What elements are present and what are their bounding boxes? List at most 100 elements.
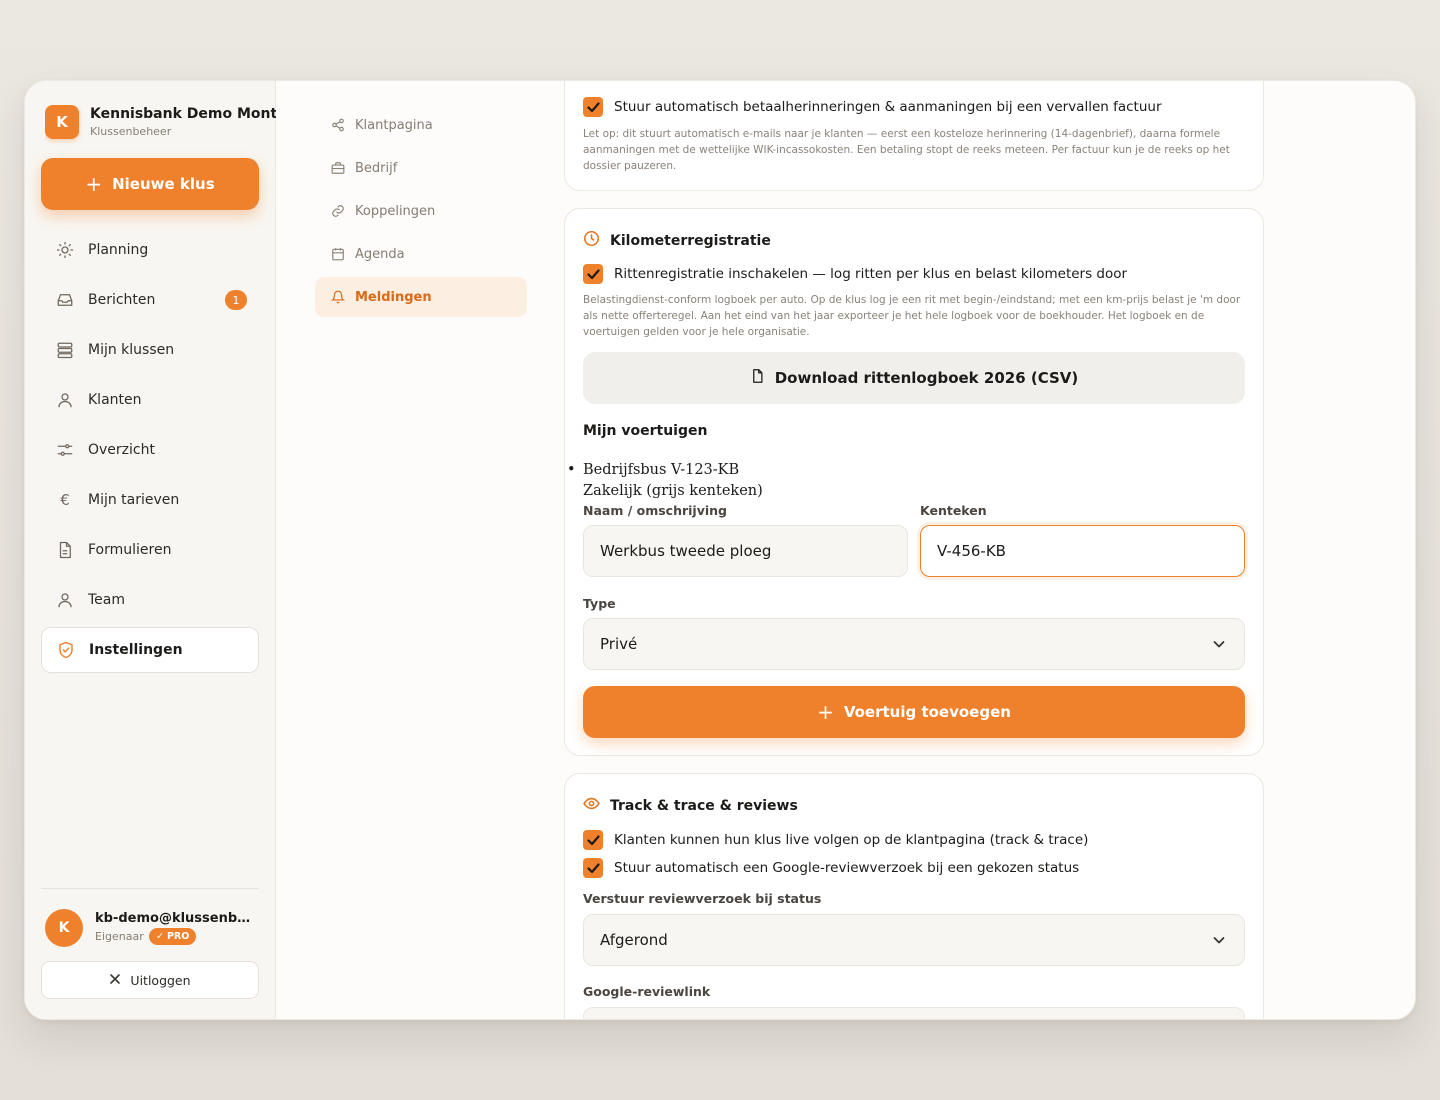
vehicle-name: Bedrijfsbus V-123-KB: [583, 462, 740, 478]
file-icon: [750, 368, 765, 388]
sidebar-item-label: Mijn tarieven: [88, 492, 180, 508]
chevron-down-icon: [1212, 637, 1226, 655]
clock-icon: [583, 230, 600, 251]
euro-icon: €: [60, 491, 70, 509]
app-window: K Kennisbank Demo Montage Klussenbeheer …: [24, 80, 1416, 1020]
tab-koppelingen[interactable]: Koppelingen: [315, 191, 527, 231]
tab-label: Koppelingen: [355, 203, 436, 219]
track-trace-card: Track & trace & reviews Klanten kunnen h…: [564, 773, 1264, 1019]
new-job-button[interactable]: + Nieuwe klus: [41, 158, 259, 210]
logout-button[interactable]: Uitloggen: [41, 961, 259, 999]
document-icon: [55, 540, 75, 560]
list-item: • Bedrijfsbus V-123-KB Zakelijk (grijs k…: [567, 460, 763, 502]
sidebar-item-label: Formulieren: [88, 542, 172, 558]
review-request-checkbox-row[interactable]: Stuur automatisch een Google-reviewverzo…: [583, 858, 1079, 878]
select-value: Privé: [600, 635, 638, 653]
sliders-icon: [55, 440, 75, 460]
add-vehicle-button[interactable]: + Voertuig toevoegen: [583, 686, 1245, 738]
checkbox-label: Rittenregistratie inschakelen — log ritt…: [614, 266, 1128, 282]
mileage-title: Kilometerregistratie: [583, 230, 771, 251]
select-value: Afgerond: [600, 931, 668, 949]
payment-reminders-checkbox[interactable]: [583, 97, 603, 117]
help-text: Let op: dit stuurt automatisch e-mails n…: [583, 128, 1230, 172]
plus-icon: +: [817, 700, 834, 724]
sidebar-item-mijn-klussen[interactable]: Mijn klussen: [41, 327, 259, 373]
calendar-icon: [331, 247, 345, 261]
plate-label: Kenteken: [920, 503, 987, 518]
download-logbook-button[interactable]: Download rittenlogboek 2026 (CSV): [583, 352, 1245, 404]
sidebar-item-klanten[interactable]: Klanten: [41, 377, 259, 423]
user-role: Eigenaar: [95, 930, 144, 943]
sidebar-item-overzicht[interactable]: Overzicht: [41, 427, 259, 473]
sidebar-item-mijn-tarieven[interactable]: € Mijn tarieven: [41, 477, 259, 523]
checkbox-label: Stuur automatisch betaalherinneringen & …: [614, 99, 1162, 115]
plus-icon: +: [85, 172, 103, 196]
payment-reminders-checkbox-row[interactable]: Stuur automatisch betaalherinneringen & …: [583, 97, 1162, 117]
sidebar-item-label: Instellingen: [89, 642, 183, 658]
sidebar-item-label: Mijn klussen: [88, 342, 175, 358]
briefcase-icon: [331, 161, 345, 175]
sidebar-item-label: Planning: [88, 242, 149, 258]
new-job-label: Nieuwe klus: [112, 175, 215, 193]
sidebar-item-label: Klanten: [88, 392, 142, 408]
review-status-select[interactable]: Afgerond: [583, 914, 1245, 966]
vehicle-type-select[interactable]: Privé: [583, 618, 1245, 670]
input-value: V-456-KB: [937, 542, 1006, 560]
vehicle-list: • Bedrijfsbus V-123-KB Zakelijk (grijs k…: [565, 460, 763, 502]
settings-content: Stuur automatisch betaalherinneringen & …: [564, 81, 1264, 1019]
track-trace-checkbox-row[interactable]: Klanten kunnen hun klus live volgen op d…: [583, 830, 1088, 850]
type-label: Type: [583, 596, 616, 611]
brand[interactable]: K Kennisbank Demo Montage Klussenbeheer: [45, 105, 276, 145]
stack-icon: [55, 340, 75, 360]
vehicle-name-input[interactable]: Werkbus tweede ploeg: [583, 525, 908, 577]
sidebar-item-planning[interactable]: Planning: [41, 227, 259, 273]
sidebar-item-berichten[interactable]: Berichten 1: [41, 277, 259, 323]
tab-meldingen[interactable]: Meldingen: [315, 277, 527, 317]
review-link-label: Google-reviewlink: [583, 984, 711, 999]
add-vehicle-label: Voertuig toevoegen: [843, 703, 1011, 721]
bullet: •: [567, 462, 576, 478]
vehicles-heading: Mijn voertuigen: [583, 423, 708, 439]
review-link-input[interactable]: [583, 1007, 1245, 1019]
sun-icon: [55, 240, 75, 260]
tab-label: Bedrijf: [355, 160, 398, 176]
tab-label: Agenda: [355, 246, 405, 262]
download-label: Download rittenlogboek 2026 (CSV): [774, 369, 1079, 387]
logout-label: Uitloggen: [130, 972, 191, 988]
card-title-text: Kilometerregistratie: [610, 232, 771, 249]
inbox-icon: [55, 290, 75, 310]
avatar: K: [45, 909, 83, 947]
name-label: Naam / omschrijving: [583, 503, 728, 518]
eye-icon: [583, 795, 600, 816]
license-plate-input[interactable]: V-456-KB: [920, 525, 1245, 577]
sidebar-item-label: Team: [88, 592, 126, 608]
sidebar-item-team[interactable]: Team: [41, 577, 259, 623]
tab-klantpagina[interactable]: Klantpagina: [315, 105, 527, 145]
brand-logo: K: [45, 105, 79, 139]
pro-badge: ✓ PRO: [149, 928, 197, 945]
help-text: Belastingdienst-conform logboek per auto…: [583, 294, 1241, 338]
mileage-checkbox-row[interactable]: Rittenregistratie inschakelen — log ritt…: [583, 264, 1127, 284]
chevron-down-icon: [1212, 933, 1226, 951]
sidebar-item-formulieren[interactable]: Formulieren: [41, 527, 259, 573]
settings-subnav: Klantpagina Bedrijf Koppelingen Agenda M…: [315, 105, 527, 320]
card-title-text: Track & trace & reviews: [610, 797, 798, 814]
sidebar-item-instellingen[interactable]: Instellingen: [41, 627, 259, 673]
tab-label: Klantpagina: [355, 117, 433, 133]
bell-icon: [331, 290, 345, 304]
main-nav: Planning Berichten 1 Mijn klussen Klante…: [41, 227, 259, 677]
review-request-checkbox[interactable]: [583, 858, 603, 878]
input-value: Werkbus tweede ploeg: [600, 542, 772, 560]
brand-subtitle: Klussenbeheer: [90, 125, 172, 138]
track-trace-checkbox[interactable]: [583, 830, 603, 850]
checkbox-label: Klanten kunnen hun klus live volgen op d…: [614, 832, 1089, 848]
sidebar: K Kennisbank Demo Montage Klussenbeheer …: [25, 81, 276, 1019]
mileage-card: Kilometerregistratie Rittenregistratie i…: [564, 208, 1264, 756]
person-icon: [55, 590, 75, 610]
sidebar-item-label: Berichten: [88, 292, 156, 308]
share-icon: [331, 118, 345, 132]
tab-agenda[interactable]: Agenda: [315, 234, 527, 274]
mileage-checkbox[interactable]: [583, 264, 603, 284]
tab-bedrijf[interactable]: Bedrijf: [315, 148, 527, 188]
user-profile[interactable]: K kb-demo@klussenbeheer.nl Eigenaar ✓ PR…: [45, 909, 265, 949]
